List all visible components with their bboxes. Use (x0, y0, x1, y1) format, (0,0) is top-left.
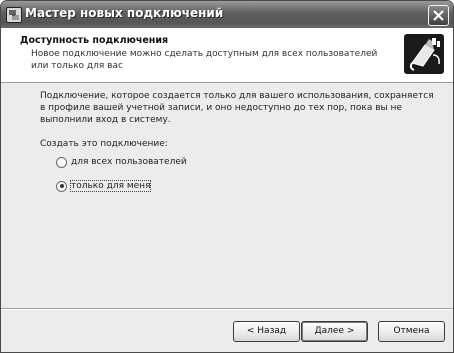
radio-button[interactable] (56, 180, 67, 192)
title-bar[interactable]: Мастер новых подключений (1, 1, 453, 28)
button-separator (1, 308, 453, 310)
radio-only-me[interactable]: только для меня (56, 179, 152, 193)
create-prompt: Создать это подключение: (40, 139, 168, 149)
page-description: Новое подключение можно сделать доступны… (31, 49, 378, 71)
wizard-header: Доступность подключения Новое подключени… (1, 28, 453, 83)
window-title: Мастер новых подключений (25, 6, 224, 20)
network-plug-icon (403, 33, 445, 75)
radio-all-users[interactable]: для всех пользователей (56, 155, 187, 169)
cancel-button[interactable]: Отмена (378, 321, 445, 342)
close-icon (433, 10, 444, 21)
wizard-window: Мастер новых подключений Доступность под… (0, 0, 454, 353)
back-button[interactable]: < Назад (233, 321, 300, 342)
wizard-body: Подключение, которое создается только дл… (1, 83, 453, 352)
next-button[interactable]: Далее > (301, 321, 368, 342)
page-title: Доступность подключения (20, 35, 169, 46)
network-wizard-icon (6, 7, 22, 23)
close-button[interactable] (428, 5, 449, 26)
intro-text: Подключение, которое создается только дл… (40, 91, 434, 125)
radio-label: только для меня (69, 180, 152, 192)
radio-label: для всех пользователей (71, 157, 187, 167)
radio-button[interactable] (56, 156, 67, 168)
